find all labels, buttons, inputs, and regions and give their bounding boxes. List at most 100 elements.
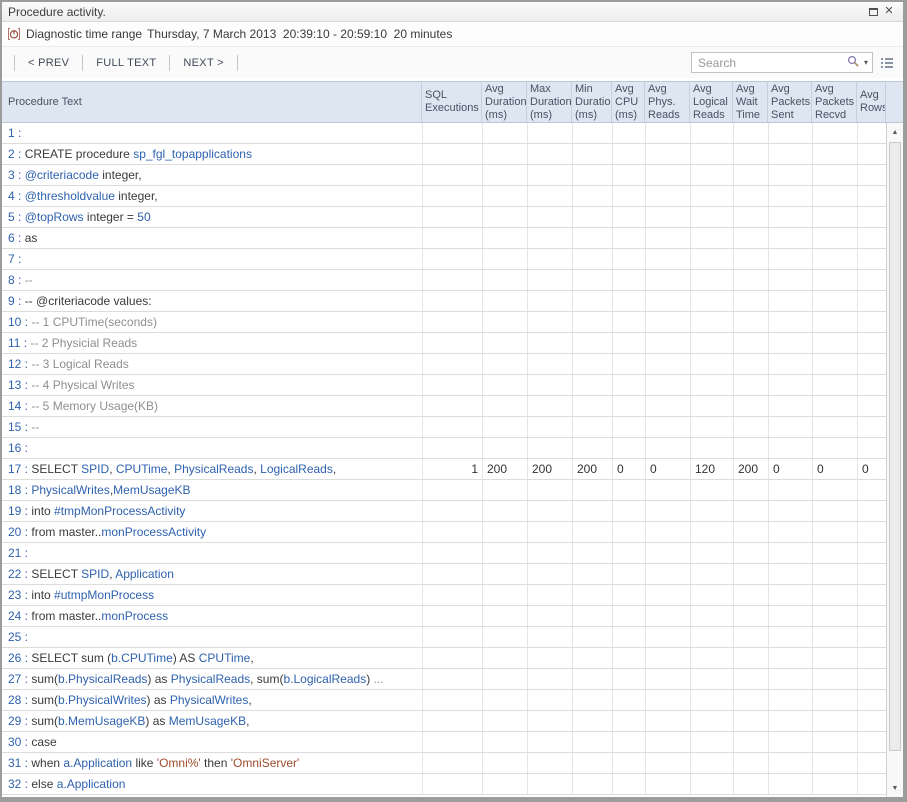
table-row[interactable]: 27 : sum(b.PhysicalReads) as PhysicalRea… (2, 669, 886, 690)
column-header-max-duration-ms[interactable]: Max Duration (ms) (527, 82, 572, 122)
search-icon[interactable] (847, 55, 860, 71)
metric-cell (690, 438, 733, 458)
table-row[interactable]: 11 : -- 2 Physicial Reads (2, 333, 886, 354)
table-row[interactable]: 31 : when a.Application like 'Omni%' the… (2, 753, 886, 774)
procedure-text-cell: 19 : into #tmpMonProcessActivity (2, 501, 422, 521)
search-dropdown-icon[interactable]: ▾ (864, 58, 868, 67)
table-row[interactable]: 13 : -- 4 Physical Writes (2, 375, 886, 396)
scroll-down-icon[interactable]: ▼ (887, 780, 903, 796)
table-row[interactable]: 18 : PhysicalWrites,MemUsageKB (2, 480, 886, 501)
table-row[interactable]: 8 : -- (2, 270, 886, 291)
metric-cell (733, 522, 768, 542)
metric-cell (527, 291, 572, 311)
column-header-procedure-text[interactable]: Procedure Text (2, 82, 422, 122)
metric-cell (812, 123, 857, 143)
column-header-avg-logical-reads[interactable]: Avg Logical Reads (690, 82, 733, 122)
metric-cell (572, 522, 612, 542)
scroll-up-icon[interactable]: ▲ (887, 124, 903, 140)
procedure-text-cell: 27 : sum(b.PhysicalReads) as PhysicalRea… (2, 669, 422, 689)
table-row[interactable]: 10 : -- 1 CPUTime(seconds) (2, 312, 886, 333)
table-row[interactable]: 6 : as (2, 228, 886, 249)
procedure-text-cell: 9 : -- @criteriacode values: (2, 291, 422, 311)
vertical-scrollbar[interactable]: ▲ ▼ (886, 123, 903, 797)
table-row[interactable]: 29 : sum(b.MemUsageKB) as MemUsageKB, (2, 711, 886, 732)
search-input[interactable] (698, 56, 847, 70)
column-header-sql-executions[interactable]: SQL Executions (422, 82, 482, 122)
code-segment: MemUsageKB (113, 483, 190, 497)
procedure-text-cell: 28 : sum(b.PhysicalWrites) as PhysicalWr… (2, 690, 422, 710)
table-row[interactable]: 12 : -- 3 Logical Reads (2, 354, 886, 375)
metric-cell (857, 501, 886, 521)
table-row[interactable]: 24 : from master..monProcess (2, 606, 886, 627)
table-row[interactable]: 16 : (2, 438, 886, 459)
metric-cell (733, 627, 768, 647)
metric-cell (690, 354, 733, 374)
metric-cell (572, 480, 612, 500)
code-segment: b.PhysicalReads (58, 672, 147, 686)
table-row[interactable]: 32 : else a.Application (2, 774, 886, 795)
code-segment: , (333, 462, 336, 476)
metric-cell (482, 186, 527, 206)
table-row[interactable]: 23 : into #utmpMonProcess (2, 585, 886, 606)
metric-cell (572, 501, 612, 521)
table-row[interactable]: 22 : SELECT SPID, Application (2, 564, 886, 585)
table-row[interactable]: 28 : sum(b.PhysicalWrites) as PhysicalWr… (2, 690, 886, 711)
metric-cell (612, 270, 645, 290)
table-row[interactable]: 14 : -- 5 Memory Usage(KB) (2, 396, 886, 417)
table-row[interactable]: 3 : @criteriacode integer, (2, 165, 886, 186)
metric-cell (527, 585, 572, 605)
code-segment: as (25, 231, 38, 245)
table-row[interactable]: 26 : SELECT sum (b.CPUTime) AS CPUTime, (2, 648, 886, 669)
scrollbar-thumb[interactable] (889, 142, 901, 751)
table-row[interactable]: 5 : @topRows integer = 50 (2, 207, 886, 228)
table-row[interactable]: 1 : (2, 123, 886, 144)
metric-cell (812, 543, 857, 563)
table-row[interactable]: 25 : (2, 627, 886, 648)
column-header-min-duration-ms[interactable]: Min Duration (ms) (572, 82, 612, 122)
close-button[interactable]: ✕ (881, 5, 897, 19)
column-header-avg-phys-reads[interactable]: Avg Phys. Reads (645, 82, 690, 122)
column-header-avg-packets-recvd[interactable]: Avg Packets Recvd (812, 82, 857, 122)
metric-cell (482, 438, 527, 458)
metric-cell (572, 606, 612, 626)
procedure-text-cell: 18 : PhysicalWrites,MemUsageKB (2, 480, 422, 500)
code-segment: @topRows (25, 210, 84, 224)
table-row[interactable]: 4 : @thresholdvalue integer, (2, 186, 886, 207)
window-title: Procedure activity. (8, 5, 865, 19)
procedure-activity-window: Procedure activity. ✕ Diagnostic time ra… (0, 0, 907, 802)
metric-cell (690, 417, 733, 437)
table-row[interactable]: 7 : (2, 249, 886, 270)
table-row[interactable]: 19 : into #tmpMonProcessActivity (2, 501, 886, 522)
column-header-avg-wait-time[interactable]: Avg Wait Time (733, 82, 768, 122)
line-number: 24 : (8, 609, 31, 623)
table-row[interactable]: 9 : -- @criteriacode values: (2, 291, 886, 312)
metric-cell (690, 249, 733, 269)
column-header-avg-duration-ms[interactable]: Avg Duration (ms) (482, 82, 527, 122)
next-button[interactable]: NEXT > (172, 53, 234, 73)
table-row[interactable]: 17 : SELECT SPID, CPUTime, PhysicalReads… (2, 459, 886, 480)
table-row[interactable]: 20 : from master..monProcessActivity (2, 522, 886, 543)
view-options-icon[interactable] (881, 58, 893, 68)
metric-cell (645, 207, 690, 227)
metric-cell (812, 354, 857, 374)
maximize-button[interactable] (865, 5, 881, 19)
metric-cell (768, 711, 812, 731)
code-segment: PhysicalReads (171, 672, 250, 686)
column-header-avg-rows[interactable]: Avg Rows (857, 82, 886, 122)
metric-cell (612, 354, 645, 374)
full-text-button[interactable]: FULL TEXT (85, 53, 167, 73)
prev-button[interactable]: < PREV (17, 53, 80, 73)
code-segment: PhysicalWrites (31, 483, 109, 497)
metric-cell (572, 207, 612, 227)
column-header-avg-packets-sent[interactable]: Avg Packets Sent (768, 82, 812, 122)
metric-cell (572, 627, 612, 647)
metric-cell (857, 207, 886, 227)
table-row[interactable]: 30 : case (2, 732, 886, 753)
table-row[interactable]: 2 : CREATE procedure sp_fgl_topapplicati… (2, 144, 886, 165)
metric-cell (645, 417, 690, 437)
table-row[interactable]: 21 : (2, 543, 886, 564)
table-row[interactable]: 15 : -- (2, 417, 886, 438)
metric-cell (645, 501, 690, 521)
column-header-avg-cpu-ms[interactable]: Avg CPU (ms) (612, 82, 645, 122)
metric-cell (733, 207, 768, 227)
